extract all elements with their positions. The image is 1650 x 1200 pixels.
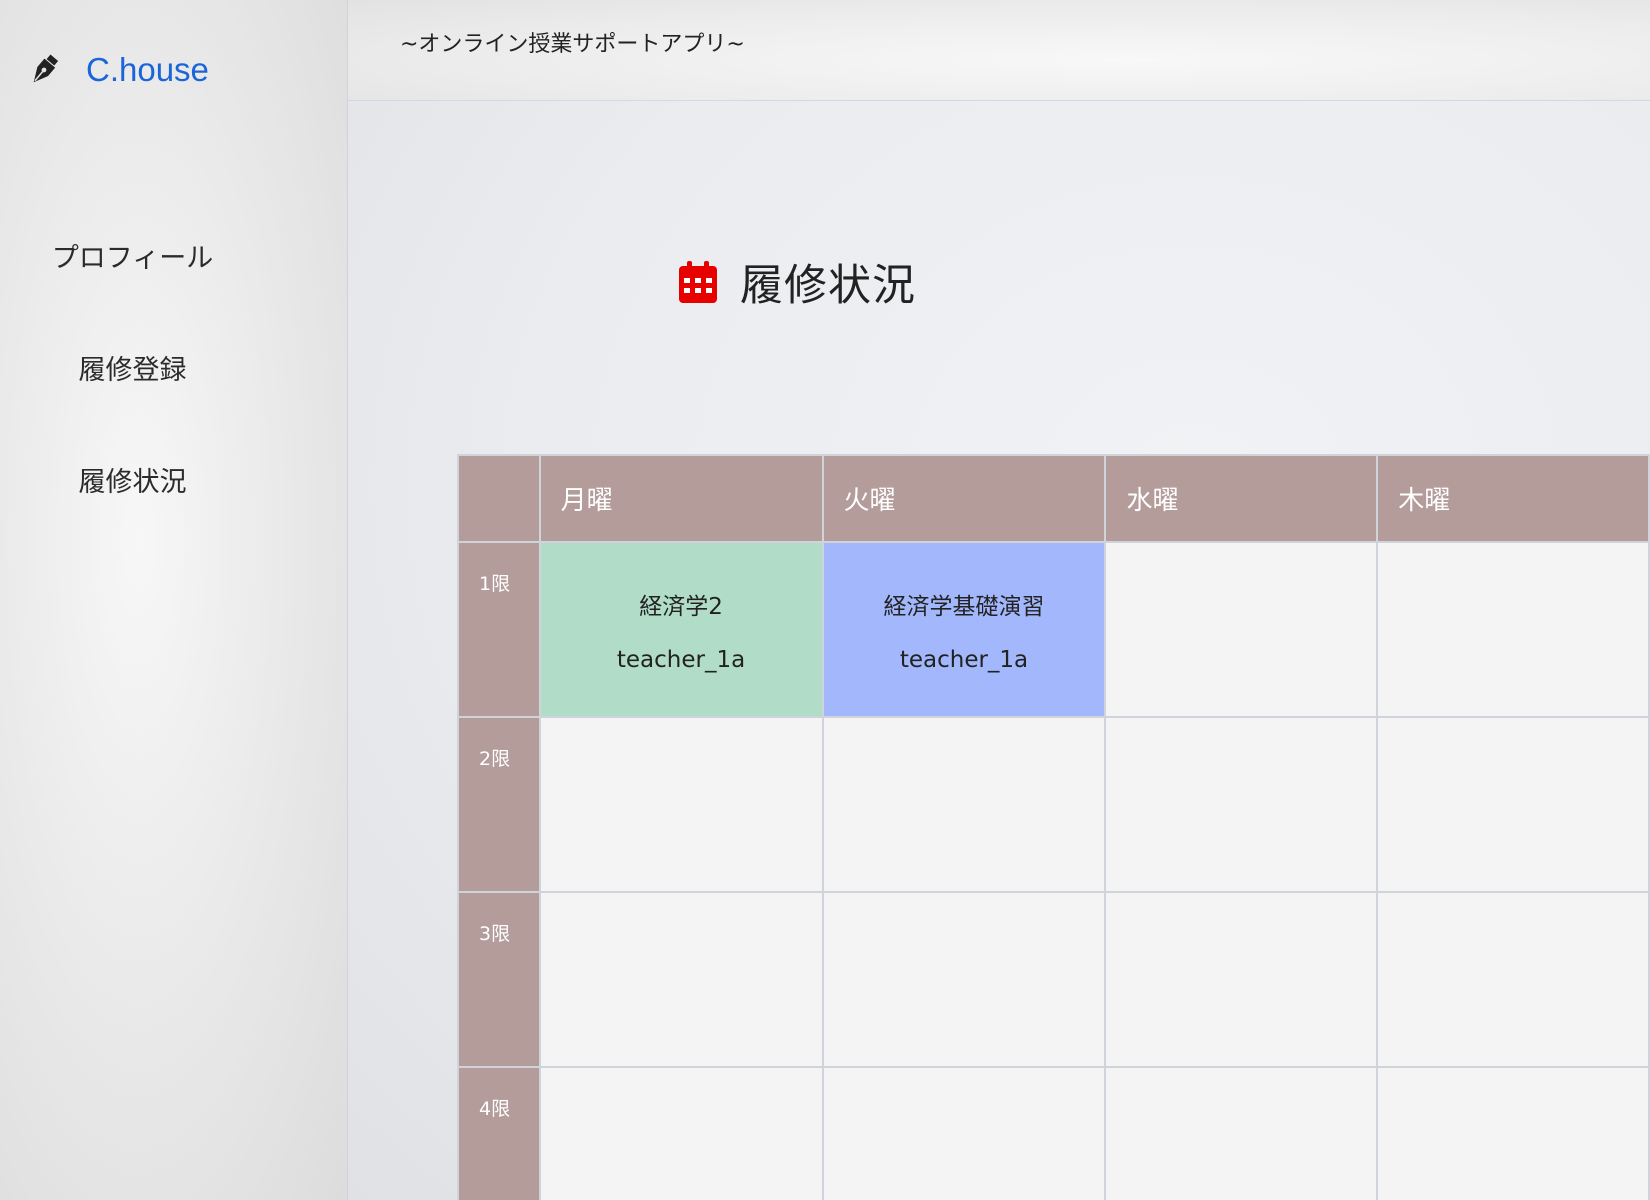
- sidebar: C.house プロフィール 履修登録 履修状況: [0, 0, 348, 1200]
- empty-cell: [538, 1066, 824, 1200]
- timetable: 月曜 火曜 水曜 木曜 1限 経済学2 teacher_1a 経済学基礎演習 t…: [457, 454, 1650, 1200]
- empty-cell: [1376, 541, 1650, 718]
- main-content: 履修状況 月曜 火曜 水曜 木曜 1限 経済学2 teacher_1a 経済学基…: [348, 101, 1650, 1200]
- empty-cell: [1376, 891, 1650, 1068]
- course-cell[interactable]: 経済学基礎演習 teacher_1a: [821, 541, 1107, 718]
- period-label-4: 4限: [457, 1066, 541, 1200]
- pen-nib-icon: [33, 54, 59, 83]
- day-header-tuesday: 火曜: [821, 454, 1107, 543]
- empty-cell: [1104, 716, 1379, 893]
- brand-link[interactable]: C.house: [26, 50, 209, 90]
- empty-cell: [538, 716, 824, 893]
- day-header-wednesday: 水曜: [1104, 454, 1379, 543]
- period-label-3: 3限: [457, 891, 541, 1068]
- course-teacher: teacher_1a: [899, 646, 1029, 673]
- timetable-header-row: 月曜 火曜 水曜 木曜: [457, 454, 1650, 543]
- timetable-row: 4限: [457, 1066, 1650, 1200]
- empty-cell: [1104, 891, 1379, 1068]
- course-teacher: teacher_1a: [616, 646, 746, 673]
- empty-cell: [1376, 716, 1650, 893]
- day-header-monday: 月曜: [538, 454, 824, 543]
- page-title: 履修状況: [678, 251, 916, 313]
- page-title-text: 履修状況: [740, 261, 916, 311]
- top-header: ~オンライン授業サポートアプリ~: [348, 0, 1650, 101]
- timetable-corner: [457, 454, 541, 543]
- sidebar-item-registration[interactable]: 履修登録: [0, 348, 265, 387]
- timetable-row: 2限: [457, 716, 1650, 893]
- empty-cell: [1104, 1066, 1379, 1200]
- empty-cell: [538, 891, 824, 1068]
- empty-cell: [821, 1066, 1107, 1200]
- timetable-row: 3限: [457, 891, 1650, 1068]
- day-header-thursday: 木曜: [1376, 454, 1650, 543]
- course-name: 経済学基礎演習: [883, 593, 1045, 620]
- sidebar-item-status[interactable]: 履修状況: [0, 460, 265, 499]
- course-cell[interactable]: 経済学2 teacher_1a: [538, 541, 824, 718]
- empty-cell: [821, 716, 1107, 893]
- period-label-1: 1限: [457, 541, 541, 718]
- timetable-row: 1限 経済学2 teacher_1a 経済学基礎演習 teacher_1a: [457, 541, 1650, 718]
- brand-name: C.house: [86, 51, 209, 88]
- calendar-icon: [679, 261, 717, 303]
- sidebar-item-profile[interactable]: プロフィール: [0, 236, 265, 275]
- empty-cell: [821, 891, 1107, 1068]
- period-label-2: 2限: [457, 716, 541, 893]
- course-name: 経済学2: [639, 593, 723, 620]
- empty-cell: [1376, 1066, 1650, 1200]
- app-subtitle: ~オンライン授業サポートアプリ~: [400, 32, 745, 57]
- empty-cell: [1104, 541, 1379, 718]
